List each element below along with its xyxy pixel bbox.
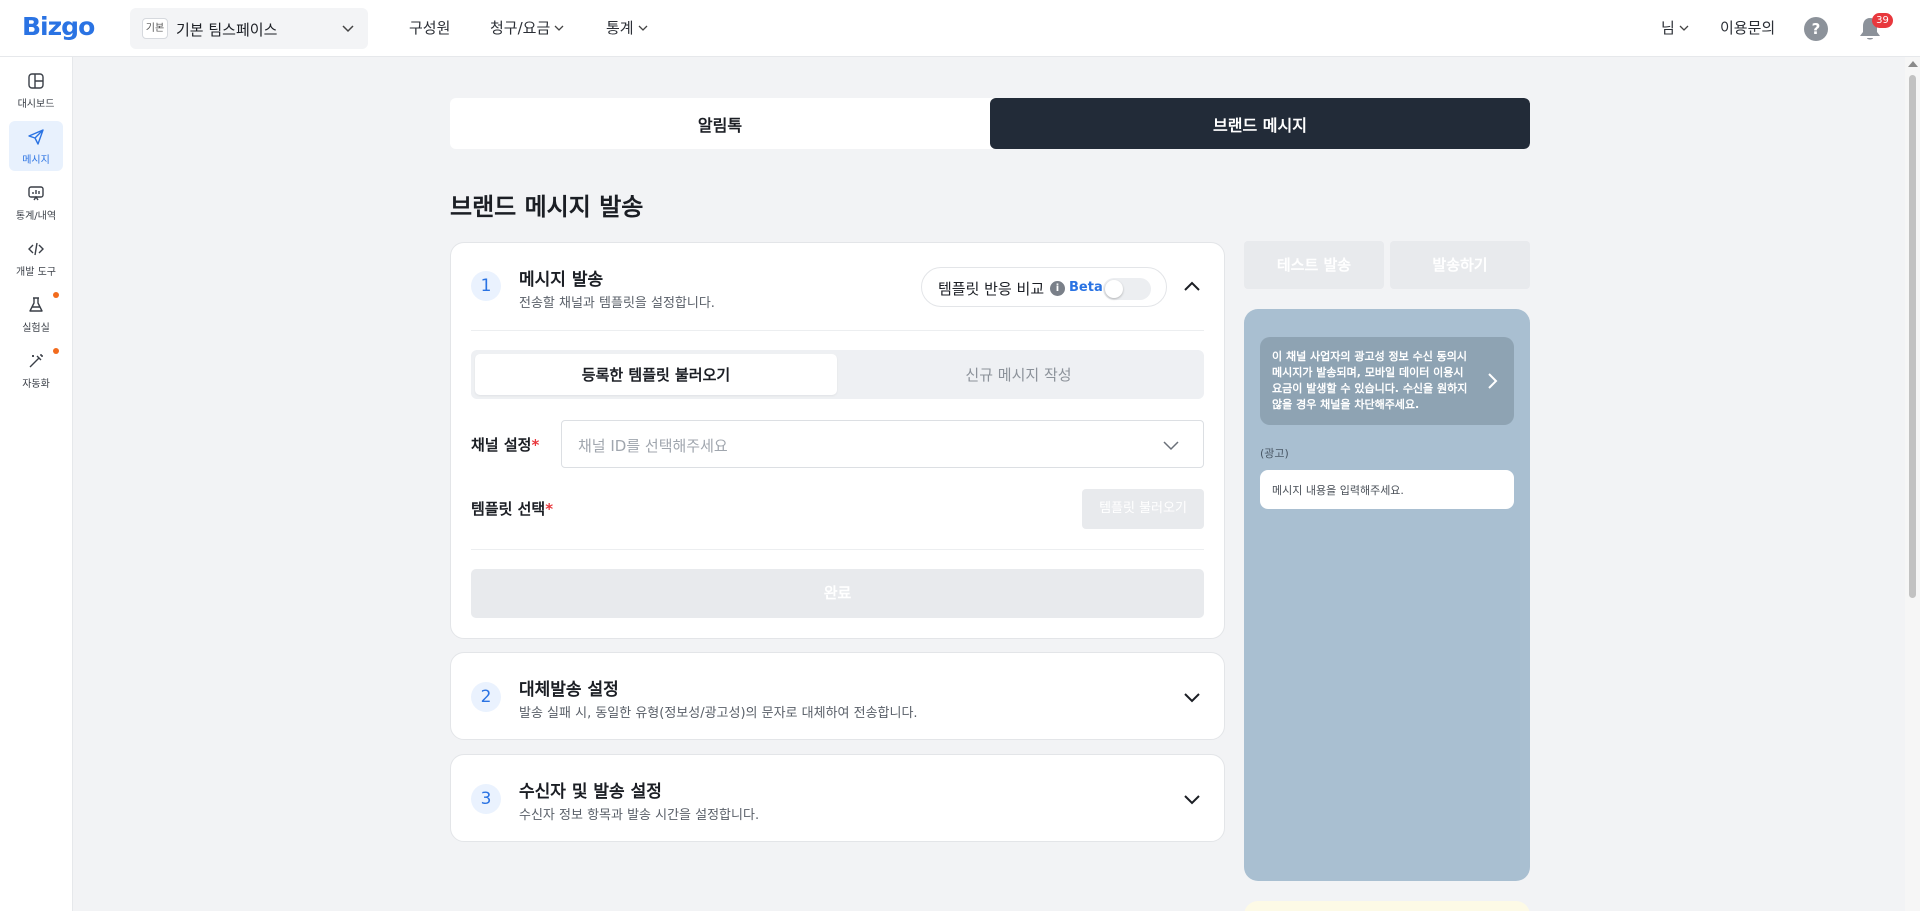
step-number: 2 [471, 682, 501, 712]
nav-stats[interactable]: 통계 [606, 17, 649, 38]
divider [471, 330, 1204, 331]
sidebar-item-label: 실험실 [22, 323, 50, 334]
template-label-text: 템플릿 선택 [471, 500, 546, 518]
top-bar: Bizgo 기본 기본 팀스페이스 구성원 청구/요금 통계 님 이용문의 ? … [0, 0, 1920, 57]
channel-label: 채널 설정* [471, 434, 539, 455]
chevron-right-icon [1488, 373, 1498, 389]
sidebar-item-lab[interactable]: 실험실 [9, 289, 63, 339]
notification-count-badge: 39 [1872, 13, 1893, 28]
load-template-button[interactable]: 템플릿 불러오기 [1082, 489, 1204, 529]
sidebar-item-stats[interactable]: 통계/내역 [9, 177, 63, 227]
step2-desc: 발송 실패 시, 동일한 유형(정보성/광고성)의 문자로 대체하여 전송합니다… [519, 706, 918, 721]
nav-billing-label: 청구/요금 [490, 19, 551, 37]
chevron-down-icon[interactable] [1182, 789, 1202, 809]
sidebar-item-label: 통계/내역 [15, 211, 57, 222]
step-number: 1 [471, 271, 501, 301]
chevron-down-icon [638, 25, 648, 31]
code-icon [28, 242, 44, 256]
sidebar-item-message[interactable]: 메시지 [9, 121, 63, 171]
user-menu[interactable]: 님 [1661, 17, 1690, 38]
template-compare-toggle[interactable] [1103, 278, 1151, 300]
template-source-segment: 등록한 템플릿 불러오기 신규 메시지 작성 [471, 350, 1204, 399]
user-menu-label: 님 [1661, 19, 1675, 37]
sidebar-item-label: 자동화 [22, 379, 50, 390]
message-bubble: 메시지 내용을 입력해주세요. [1260, 470, 1514, 509]
required-mark: * [545, 500, 554, 518]
preview-footer-peek [1244, 901, 1530, 911]
support-link-label: 이용문의 [1720, 19, 1776, 37]
sidebar-item-dashboard[interactable]: 대시보드 [9, 65, 63, 115]
ad-label: (광고) [1260, 447, 1289, 460]
toggle-knob [1105, 280, 1123, 298]
info-icon[interactable]: i [1050, 281, 1065, 296]
chevron-down-icon [1679, 25, 1689, 31]
template-compare-label: 템플릿 반응 비교 [938, 280, 1045, 298]
nav-billing[interactable]: 청구/요금 [490, 17, 565, 38]
template-compare-toggle-group: 템플릿 반응 비교 i Beta [921, 267, 1167, 307]
workspace-name: 기본 팀스페이스 [176, 21, 278, 39]
bizgo-logo[interactable]: Bizgo [22, 12, 95, 41]
step3-desc: 수신자 정보 항목과 발송 시간을 설정합니다. [519, 808, 760, 823]
step1-desc: 전송할 채널과 템플릿을 설정합니다. [519, 296, 715, 311]
done-button[interactable]: 완료 [471, 569, 1204, 618]
beta-badge: Beta [1069, 280, 1103, 295]
sidebar-item-label: 대시보드 [17, 99, 55, 110]
step1-title: 메시지 발송 [519, 270, 604, 290]
scrollbar-thumb[interactable] [1909, 75, 1916, 598]
sidebar-item-label: 메시지 [22, 155, 50, 166]
flask-icon [29, 297, 43, 312]
chevron-down-icon [554, 25, 564, 31]
channel-select-placeholder: 채널 ID를 선택해주세요 [578, 437, 728, 455]
left-sidebar: 대시보드 메시지 통계/내역 개발 도구 실험실 자동화 [0, 57, 73, 911]
ad-consent-notice[interactable]: 이 채널 사업자의 광고성 정보 수신 동의시 메시지가 발송되며, 모바일 데… [1260, 337, 1514, 425]
ad-consent-notice-text: 이 채널 사업자의 광고성 정보 수신 동의시 메시지가 발송되며, 모바일 데… [1272, 350, 1468, 411]
workspace-badge: 기본 [142, 18, 168, 39]
scroll-up-arrow-icon[interactable] [1908, 61, 1918, 67]
chevron-down-icon [342, 25, 354, 33]
chevron-up-icon[interactable] [1182, 277, 1202, 297]
message-type-tabs: 알림톡 브랜드 메시지 [450, 98, 1530, 149]
message-bubble-text: 메시지 내용을 입력해주세요. [1272, 484, 1404, 497]
channel-label-text: 채널 설정 [471, 436, 532, 454]
magic-wand-icon [29, 354, 43, 368]
segment-load-registered-template[interactable]: 등록한 템플릿 불러오기 [475, 354, 837, 395]
sidebar-item-label: 개발 도구 [16, 267, 56, 278]
required-mark: * [531, 436, 540, 454]
sidebar-item-dev-tools[interactable]: 개발 도구 [9, 233, 63, 283]
step2-title: 대체발송 설정 [519, 680, 619, 700]
paper-plane-icon [28, 129, 44, 145]
template-label: 템플릿 선택* [471, 498, 553, 519]
support-link[interactable]: 이용문의 [1720, 17, 1775, 38]
dashboard-icon [28, 73, 44, 89]
message-preview-panel: 이 채널 사업자의 광고성 정보 수신 동의시 메시지가 발송되며, 모바일 데… [1244, 309, 1530, 881]
nav-stats-label: 통계 [606, 19, 634, 37]
help-icon[interactable]: ? [1804, 17, 1828, 41]
step-number: 3 [471, 784, 501, 814]
page-title: 브랜드 메시지 발송 [450, 193, 644, 221]
send-button[interactable]: 발송하기 [1390, 241, 1530, 289]
chevron-down-icon[interactable] [1182, 687, 1202, 707]
chevron-down-icon [1163, 441, 1179, 451]
step3-title: 수신자 및 발송 설정 [519, 782, 662, 802]
step3-card[interactable]: 3 수신자 및 발송 설정 수신자 정보 항목과 발송 시간을 설정합니다. [450, 754, 1225, 842]
divider [471, 549, 1204, 550]
tab-brand-message[interactable]: 브랜드 메시지 [990, 98, 1530, 149]
nav-members[interactable]: 구성원 [409, 17, 450, 38]
new-dot-indicator [53, 292, 59, 298]
nav-members-label: 구성원 [409, 19, 451, 37]
new-dot-indicator [53, 348, 59, 354]
tab-alimtalk[interactable]: 알림톡 [450, 98, 990, 149]
workspace-selector[interactable]: 기본 기본 팀스페이스 [130, 8, 368, 49]
test-send-button[interactable]: 테스트 발송 [1244, 241, 1384, 289]
step1-card: 1 메시지 발송 전송할 채널과 템플릿을 설정합니다. 템플릿 반응 비교 i… [450, 242, 1225, 639]
chart-board-icon [28, 186, 44, 201]
channel-select[interactable]: 채널 ID를 선택해주세요 [561, 420, 1204, 468]
sidebar-item-automation[interactable]: 자동화 [9, 345, 63, 395]
step2-card[interactable]: 2 대체발송 설정 발송 실패 시, 동일한 유형(정보성/광고성)의 문자로 … [450, 652, 1225, 740]
segment-new-message[interactable]: 신규 메시지 작성 [837, 354, 1200, 395]
